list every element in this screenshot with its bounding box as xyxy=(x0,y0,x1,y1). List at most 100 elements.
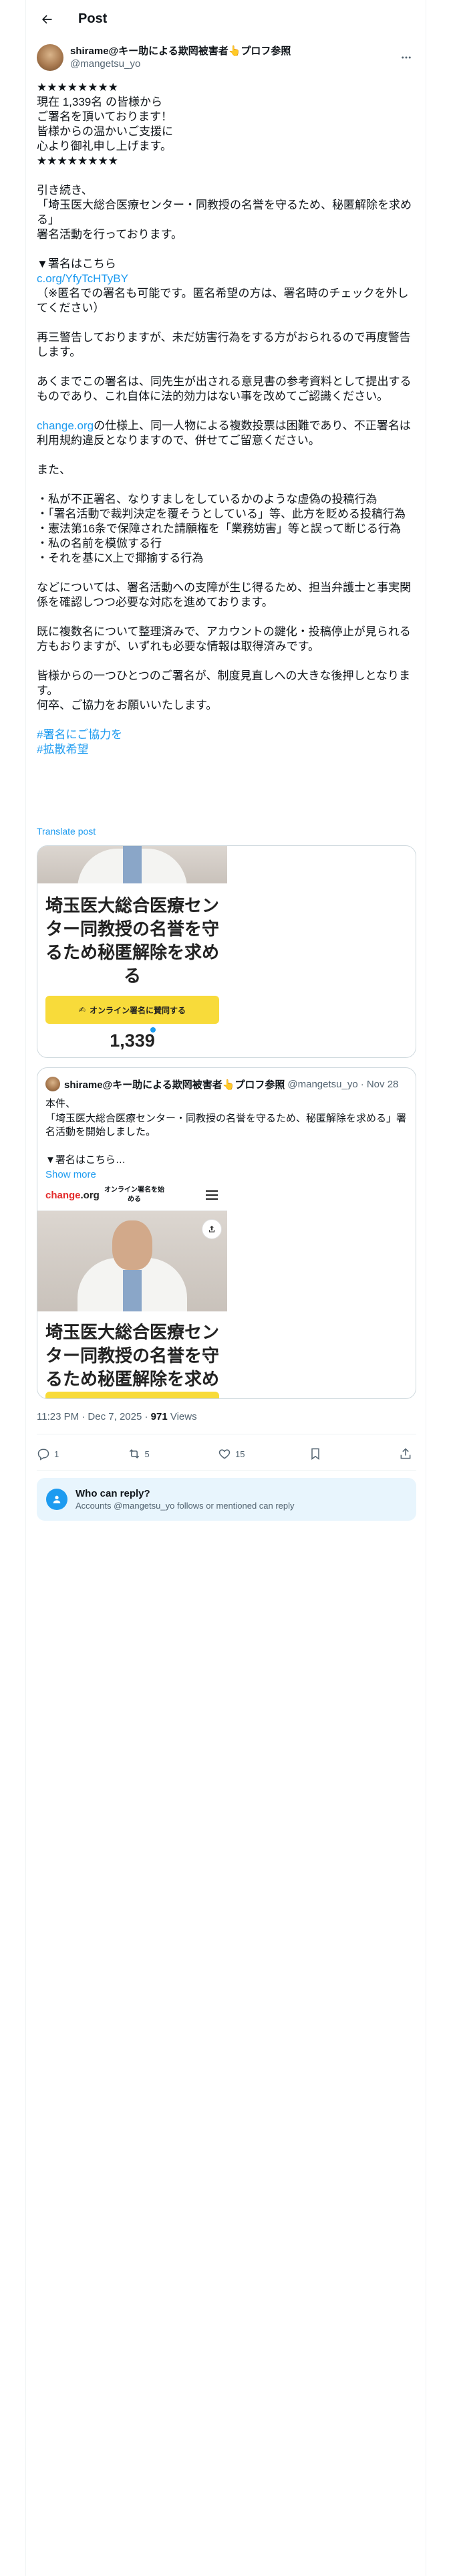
post-text-line[interactable]: #拡散希望 xyxy=(37,742,416,757)
reply-icon xyxy=(37,1448,49,1461)
card-title-line: 埼玉医大総合医療セン xyxy=(45,895,219,916)
post-text-line: 皆様からの一つひとつのご署名が、制度見直しへの大きな後押しとなります。 xyxy=(37,669,410,697)
post-author: shirame@キー助による欺罔被害者👆プロフ参照 @mangetsu_yo xyxy=(37,41,416,74)
post-text-line: 引き続き、 xyxy=(37,184,93,197)
post-text-line: ・「署名活動で裁判決定を覆そうとしている」等、此方を貶める投稿行為 xyxy=(37,508,406,520)
post-text-line: あくまでこの署名は、同先生が出される意見書の参考資料として提出するものであり、こ… xyxy=(37,375,412,403)
upload-icon xyxy=(400,1448,411,1459)
post-text-line: ★★★★★★★★ xyxy=(37,154,118,167)
post-text-line: などについては、署名活動への支障が生じ得るため、担当弁護士と事実関係を確認しつつ… xyxy=(37,581,412,609)
post-text-line: 皆様からの温かいご支援に xyxy=(37,125,173,138)
show-more-link[interactable]: Show more xyxy=(45,1168,406,1183)
reply-notice-texts: Who can reply? Accounts @mangetsu_yo fol… xyxy=(76,1488,295,1511)
post-text-line xyxy=(37,360,416,374)
start-petition-text: オンライン署名を始める xyxy=(104,1186,164,1203)
post-text-line: ・それを基にX上で揶揄する行為 xyxy=(37,552,204,564)
post-text-line xyxy=(37,654,416,669)
quoted-card-title-line: るため秘匿解除を求め xyxy=(45,1369,219,1389)
hamburger-menu-icon xyxy=(206,1190,218,1200)
card-title-line: るため秘匿解除を求め xyxy=(45,942,219,962)
post-text-line: ★★★★★★★★ xyxy=(37,81,118,94)
post-text-line[interactable]: c.org/YfyTcHTyBY xyxy=(37,272,416,286)
quoted-author: shirame@キー助による欺罔被害者👆プロフ参照 @mangetsu_yo ·… xyxy=(45,1076,398,1092)
user-icon xyxy=(46,1489,67,1510)
back-arrow-icon[interactable] xyxy=(35,8,58,31)
post-text-line: 署名活動を行っております。 xyxy=(37,228,182,241)
post-text-line: 何卒、ご協力をお願いいたします。 xyxy=(37,699,218,712)
repost-button[interactable]: 5 xyxy=(128,1447,188,1461)
post-text-line xyxy=(37,316,416,330)
post-text-line: ご署名を頂いております！ xyxy=(37,110,172,123)
bookmark-icon xyxy=(311,1448,319,1460)
reply-button[interactable]: 1 xyxy=(37,1447,97,1461)
doctor-shirt xyxy=(123,1270,142,1311)
post-text-line xyxy=(37,169,416,183)
verified-dot-icon xyxy=(150,1027,156,1033)
change-org-link[interactable]: change.org xyxy=(37,419,94,432)
reply-notice-title: Who can reply? xyxy=(76,1488,150,1499)
quoted-sign-button xyxy=(45,1392,219,1398)
quoted-text-line: 本件、 xyxy=(45,1098,76,1109)
reply-notice-subtitle: Accounts @mangetsu_yo follows or mention… xyxy=(76,1501,295,1511)
quoted-text: 本件、「埼玉医大総合医療センター・同教授の名誉を守るため、秘匿解除を求める」署名… xyxy=(45,1097,406,1183)
author-names: shirame@キー助による欺罔被害者👆プロフ参照 @mangetsu_yo xyxy=(70,45,291,70)
quoted-text-line: 「埼玉医大総合医療センター・同教授の名誉を守るため、秘匿解除を求める」署名活動を… xyxy=(45,1113,407,1138)
quoted-handle: @mangetsu_yo xyxy=(287,1078,358,1090)
like-count: 15 xyxy=(235,1448,245,1459)
bookmark-button[interactable] xyxy=(309,1447,369,1461)
post-text-line xyxy=(37,477,416,492)
change-org-header: change.org オンライン署名を始める xyxy=(37,1182,227,1211)
change-org-logo: change.org xyxy=(45,1190,100,1201)
post-text-line: ▼署名はこちら xyxy=(37,257,116,270)
views-label: Views xyxy=(167,1411,197,1422)
post-meta: 11:23 PM · Dec 7, 2025 · 971 Views xyxy=(37,1411,197,1422)
signature-count: 1,339 xyxy=(110,1031,155,1051)
top-bar: Post xyxy=(26,0,427,38)
sign-petition-button[interactable]: ✍ オンライン署名に賛同する xyxy=(45,996,219,1024)
post-text-line xyxy=(37,610,416,625)
quoted-text-line xyxy=(45,1139,406,1154)
pen-icon: ✍ xyxy=(78,1005,86,1014)
doctor-image xyxy=(37,846,227,883)
post-text-line xyxy=(37,242,416,257)
author-handle[interactable]: @mangetsu_yo xyxy=(70,58,291,70)
post-text-line: また、 xyxy=(37,463,71,476)
post-text-line: （※匿名での署名も可能です。匿名希望の方は、署名時のチェックを外してください） xyxy=(37,287,409,314)
avatar[interactable] xyxy=(37,44,63,71)
post-text-line xyxy=(37,404,416,419)
quoted-text-line: ▼署名はこちら… xyxy=(45,1154,126,1166)
post-text-line: 心より御礼申し上げます。 xyxy=(37,140,172,152)
post-text-line xyxy=(37,713,416,728)
reply-restriction-notice: Who can reply? Accounts @mangetsu_yo fol… xyxy=(37,1478,416,1521)
post-text: ★★★★★★★★ 現在 1,339名 の皆様から ご署名を頂いております！ 皆様からの… xyxy=(37,80,416,757)
post-text-line[interactable]: #署名にご協力を xyxy=(37,728,416,742)
post-text-line: 「埼玉医大総合医療センター・同教授の名誉を守るため、秘匿解除を求める」 xyxy=(37,199,412,226)
share-button[interactable] xyxy=(399,1447,416,1461)
quoted-avatar xyxy=(45,1077,60,1091)
card-title: 埼玉医大総合医療セン ター同教授の名誉を守 るため秘匿解除を求める xyxy=(37,894,227,988)
post-text-line: ・憲法第16条で保障された請願権を「業務妨害」等と誤って断じる行為 xyxy=(37,522,402,535)
like-button[interactable]: 15 xyxy=(218,1447,278,1461)
quoted-card-title-line: 埼玉医大総合医療セン xyxy=(45,1322,219,1342)
quoted-card-title: 埼玉医大総合医療センター同教授の名誉を守るため秘匿解除を求める xyxy=(37,1321,227,1398)
doctor-face xyxy=(112,1220,152,1270)
more-options-icon[interactable] xyxy=(396,47,416,68)
sign-petition-label: オンライン署名に賛同する xyxy=(90,1005,186,1015)
views-count: 971 xyxy=(150,1411,168,1422)
post-text-line: change.orgの仕様上、同一人物による複数投票は困難であり、不正署名は利用… xyxy=(37,419,411,447)
card-title-line: ター同教授の名誉を守 xyxy=(45,919,219,939)
doctor-image xyxy=(37,1211,227,1311)
post-timestamp[interactable]: 11:23 PM · Dec 7, 2025 · xyxy=(37,1411,151,1422)
link-card[interactable]: 埼玉医大総合医療セン ター同教授の名誉を守 るため秘匿解除を求める ✍ オンライン署… xyxy=(37,845,416,1058)
page-title: Post xyxy=(78,11,108,26)
repost-count: 5 xyxy=(144,1448,150,1459)
reply-count: 1 xyxy=(54,1448,59,1459)
quoted-card-title-line: ター同教授の名誉を守 xyxy=(45,1346,219,1366)
post-text-line: ・私の名前を模倣する行 xyxy=(37,537,162,550)
quoted-post[interactable]: shirame@キー助による欺罔被害者👆プロフ参照 @mangetsu_yo ·… xyxy=(37,1067,416,1399)
post-text-line: 既に複数名について整理済みで、アカウントの鍵化・投稿停止が見られる方もおりますが… xyxy=(37,625,411,653)
author-display-name[interactable]: shirame@キー助による欺罔被害者👆プロフ参照 xyxy=(70,45,291,58)
post-text-line: ・私が不正署名、なりすましをしているかのような虚偽の投稿行為 xyxy=(37,493,378,506)
action-bar: 1 5 15 xyxy=(37,1438,416,1470)
translate-post-link[interactable]: Translate post xyxy=(37,826,96,837)
